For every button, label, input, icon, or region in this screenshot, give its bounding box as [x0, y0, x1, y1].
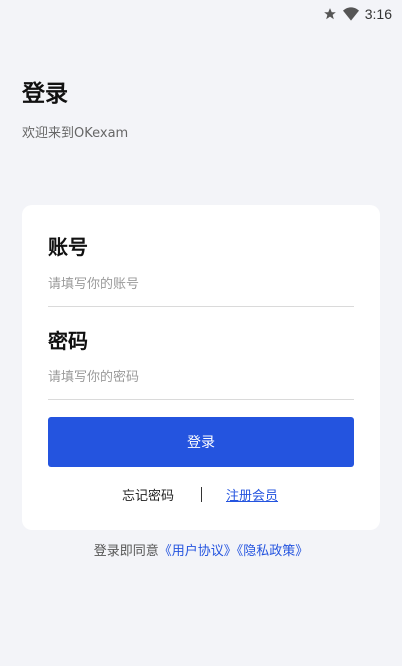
account-input[interactable]	[48, 269, 354, 299]
links-row: 忘记密码 注册会员	[22, 485, 380, 505]
agreement-prefix: 登录即同意	[93, 544, 159, 559]
account-label: 账号	[48, 235, 88, 259]
divider	[48, 306, 354, 307]
password-label: 密码	[48, 329, 88, 353]
password-input[interactable]	[48, 362, 354, 392]
divider	[48, 399, 354, 400]
wifi-icon	[342, 7, 359, 21]
user-agreement-link[interactable]: 《用户协议》	[159, 544, 237, 559]
star-icon	[323, 7, 337, 21]
register-link[interactable]: 注册会员	[226, 485, 278, 504]
agreement-text: 登录即同意《用户协议》《隐私政策》	[0, 540, 402, 559]
login-button[interactable]: 登录	[48, 417, 354, 467]
status-bar: 3:16	[0, 0, 402, 28]
welcome-text: 欢迎来到OKexam	[22, 126, 129, 141]
page-title: 登录	[22, 81, 68, 107]
privacy-policy-link[interactable]: 《隐私政策》	[237, 544, 309, 559]
clock: 3:16	[364, 6, 392, 22]
separator	[201, 487, 202, 502]
forgot-password-link[interactable]: 忘记密码	[122, 485, 174, 504]
login-card: 账号 密码 登录 忘记密码 注册会员	[22, 205, 380, 530]
